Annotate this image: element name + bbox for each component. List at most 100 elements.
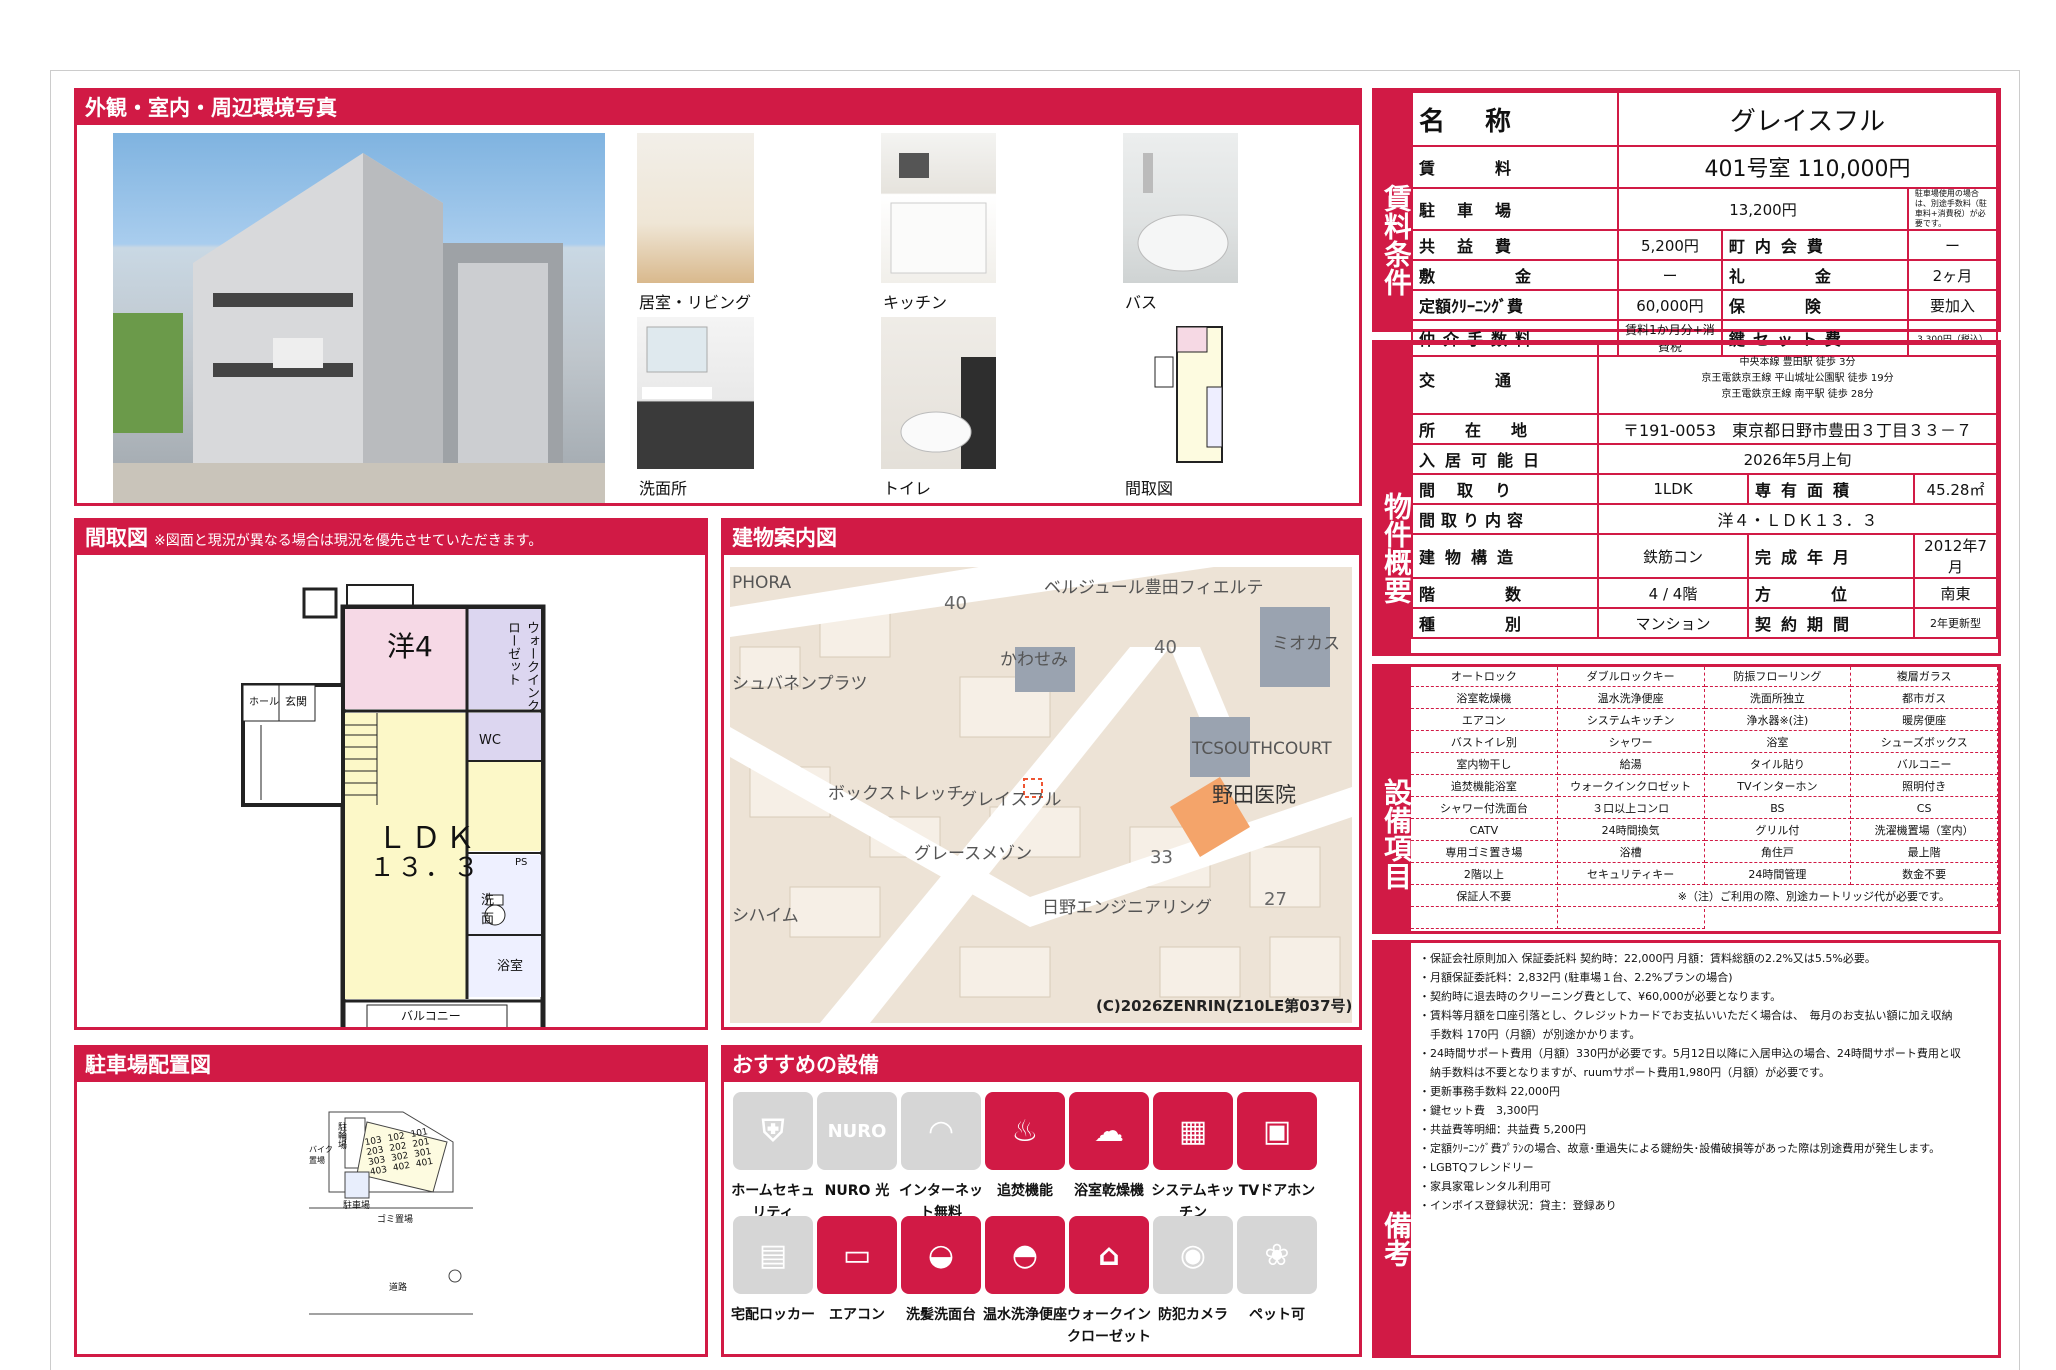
remark-line: ・定額ｸﾘｰﾆﾝｸﾞ費ﾌﾟﾗﾝの場合、故意･重過失による鍵紛失･設備破損等があっ…: [1419, 1142, 1941, 1155]
contract-value: 2年更新型: [1913, 607, 1998, 639]
equipment-item: 浴槽: [1557, 843, 1705, 863]
equipment-item: 角住戸: [1704, 843, 1852, 863]
equipment-item: [1411, 909, 1558, 929]
common-value: 5,200円: [1617, 229, 1723, 261]
equipment-item: 数金不要: [1851, 865, 1998, 885]
recommend-label: エアコン: [829, 1307, 885, 1323]
remark-line: ・24時間サポート費用（月額）330円が必要です。5月12日以降に入居申込の場合…: [1419, 1047, 1961, 1060]
recommend-label: 宅配ロッカー: [731, 1307, 815, 1323]
equipment-item: 照明付き: [1851, 777, 1998, 797]
equipment-item: 浄水器※(注): [1704, 711, 1852, 731]
wifi-icon: ◠: [901, 1092, 981, 1170]
traffic-line-1: 中央本線 豊田駅 徒歩 3分: [1739, 357, 1856, 368]
recommend-label: 温水洗浄便座: [983, 1307, 1067, 1323]
recommend-label: 浴室乾燥機: [1074, 1183, 1144, 1199]
town-value: ー: [1906, 229, 1999, 261]
equipment-item: 浴室: [1704, 733, 1852, 753]
recommend-label: NURO 光: [824, 1183, 890, 1199]
detail-label: 間取り内容: [1410, 503, 1600, 535]
rent-label: 賃料: [1410, 145, 1620, 189]
traffic-value: 中央本線 豊田駅 徒歩 3分 京王電鉄京王線 平山城址公園駅 徒歩 19分 京王…: [1597, 343, 1998, 415]
equipment-item: 洗面所独立: [1704, 689, 1852, 709]
map-label-noda: 野田医院: [1212, 783, 1296, 807]
equipment-item: CS: [1851, 799, 1998, 819]
toilet-icon: ◓: [985, 1216, 1065, 1294]
rent-table: 名称 グレイスフル 賃料 401号室 110,000円 駐車場 13,200円 駐車場使…: [1410, 91, 1999, 357]
paw-icon: ❀: [1237, 1216, 1317, 1294]
property-panel: 物件概要 交通 中央本線 豊田駅 徒歩 3分 京王電鉄京王線 平山城址公園駅 徒…: [1372, 340, 2001, 656]
parking-note: 駐車場使用の場合は、別途手数料（駐車料+消費税）が必要です。: [1906, 187, 1999, 231]
structure-label: 建物構造: [1410, 533, 1600, 579]
map-label-kawasemi: かわせみ: [1000, 650, 1068, 670]
remark-line: ・保証会社原則加入 保証委託料 契約時：22,000円 月額：賃料総額の2.2%…: [1419, 952, 1876, 965]
equipment-item: 2階以上: [1411, 865, 1558, 885]
equipment-item: 24時間換気: [1557, 821, 1705, 841]
recommend-item: ▤ 宅配ロッカー: [730, 1216, 816, 1326]
direction-label: 方位: [1747, 577, 1916, 609]
map-label-shiheim: シハイム: [732, 906, 799, 926]
built-label: 完成年月: [1747, 533, 1916, 579]
equipment-item: 都市ガス: [1851, 689, 1998, 709]
recommend-item: ♨ 追焚機能: [982, 1092, 1068, 1202]
address-label: 所在地: [1410, 413, 1600, 445]
remark-line: 手数料 170円（月額）が別途かかります。: [1419, 1028, 1641, 1041]
equipment-item: 浴室乾燥機: [1411, 689, 1558, 709]
map-label-40a: 40: [944, 593, 967, 614]
equipment-panel: 設備項目 オートロック ダブルロックキー 防振フローリング 複層ガラス 浴室乾燥機 温水洗…: [1372, 664, 2001, 934]
parking-area-label: 駐車場: [343, 1201, 371, 1211]
remark-line: ・月額保証委託料：2,832円 (駐車場１台、2.2%プランの場合): [1419, 971, 1733, 984]
type-value: マンション: [1597, 607, 1750, 639]
parking-panel: 駐車場配置図 駐輪場 バイク置場 103 102 101 203 202 201…: [74, 1045, 708, 1357]
parking-garbage-label: ゴミ置場: [377, 1215, 414, 1225]
contract-label: 契約期間: [1747, 607, 1916, 639]
map-label-graceful: グレイスフル: [960, 790, 1062, 810]
equipment-item: シューズボックス: [1851, 733, 1998, 753]
closet-icon: ⌂: [1069, 1216, 1149, 1294]
recommend-label: TVドアホン: [1238, 1183, 1316, 1199]
camera-icon: ◉: [1153, 1216, 1233, 1294]
parking-bike2-label: バイク置場: [309, 1145, 333, 1165]
remark-line: 納手数料は不要となりますが、ruumサポート費用1,980円（月額）が必要です。: [1419, 1066, 1831, 1079]
traffic-line-2: 京王電鉄京王線 平山城址公園駅 徒歩 19分: [1701, 373, 1894, 384]
map-panel: 建物案内図 PHORA 40 ベルジュール豊田フィエルテ かわせみ 40 ミオカ…: [721, 518, 1362, 1030]
room-label-balcony: バルコニー: [401, 1009, 461, 1023]
parking-label: 駐車場: [1410, 187, 1620, 231]
recommend-item: ◉ 防犯カメラ: [1150, 1216, 1236, 1326]
parking-road-label: 道路: [389, 1283, 408, 1293]
recommend-item: ◠ インターネット無料: [898, 1092, 984, 1224]
locker-icon: ▤: [733, 1216, 813, 1294]
recommend-item: ▭ エアコン: [814, 1216, 900, 1326]
living-photo: [637, 133, 754, 283]
equipment-item: 保証人不要: [1411, 887, 1558, 907]
map-label-grace-maison: グレースメゾン: [914, 844, 1033, 864]
name-label: 名称: [1410, 91, 1620, 147]
map-label-box: ボックストレッチ: [828, 784, 964, 804]
floorplan-note: ※図面と現況が異なる場合は現況を優先させていただきます。: [154, 533, 543, 549]
recommend-label: 防犯カメラ: [1158, 1307, 1228, 1323]
caption-washroom: 洗面所: [639, 479, 688, 498]
remarks-panel: 備考 ・保証会社原則加入 保証委託料 契約時：22,000円 月額：賃料総額の2…: [1372, 940, 2001, 1358]
remark-line: ・更新事務手数料 22,000円: [1419, 1085, 1560, 1098]
remark-line: ・共益費等明細：共益費 5,200円: [1419, 1123, 1586, 1136]
detail-value: 洋４・ＬＤＫ１３．３: [1597, 503, 1998, 535]
recommend-item: ◒ 洗髪洗面台: [898, 1216, 984, 1326]
key-money-label: 礼金: [1720, 259, 1909, 291]
room-label-bath: 浴室: [497, 959, 524, 974]
photos-title: 外観・室内・周辺環境写真: [77, 91, 1359, 125]
recommend-title: おすすめの設備: [724, 1048, 1359, 1082]
property-vlabel: 物件概要: [1375, 343, 1413, 653]
equipment-item: 給湯: [1557, 755, 1705, 775]
area-value: 45.28㎡: [1913, 473, 1998, 505]
equipment-item: 防振フローリング: [1704, 667, 1852, 687]
remark-line: ・LGBTQフレンドリー: [1419, 1161, 1534, 1174]
rent-panel: 賃料条件 名称 グレイスフル 賃料 401号室 110,000円 駐車場 13,200…: [1372, 88, 2001, 357]
recommend-panel: おすすめの設備 ⛨ ホームセキュリティ NURO NURO 光 ◠ インターネット無料 ♨ 追…: [721, 1045, 1362, 1357]
traffic-label: 交通: [1410, 343, 1600, 415]
room-label-entrance: 玄関: [285, 695, 307, 708]
room-label-ldk-size: １３．３: [369, 853, 482, 883]
property-table: 交通 中央本線 豊田駅 徒歩 3分 京王電鉄京王線 平山城址公園駅 徒歩 19分…: [1410, 343, 1998, 639]
area-label: 専有面積: [1747, 473, 1916, 505]
equipment-item: ダブルロックキー: [1557, 667, 1705, 687]
equipment-item: CATV: [1411, 821, 1558, 841]
room-label-western: 洋4: [387, 630, 433, 663]
